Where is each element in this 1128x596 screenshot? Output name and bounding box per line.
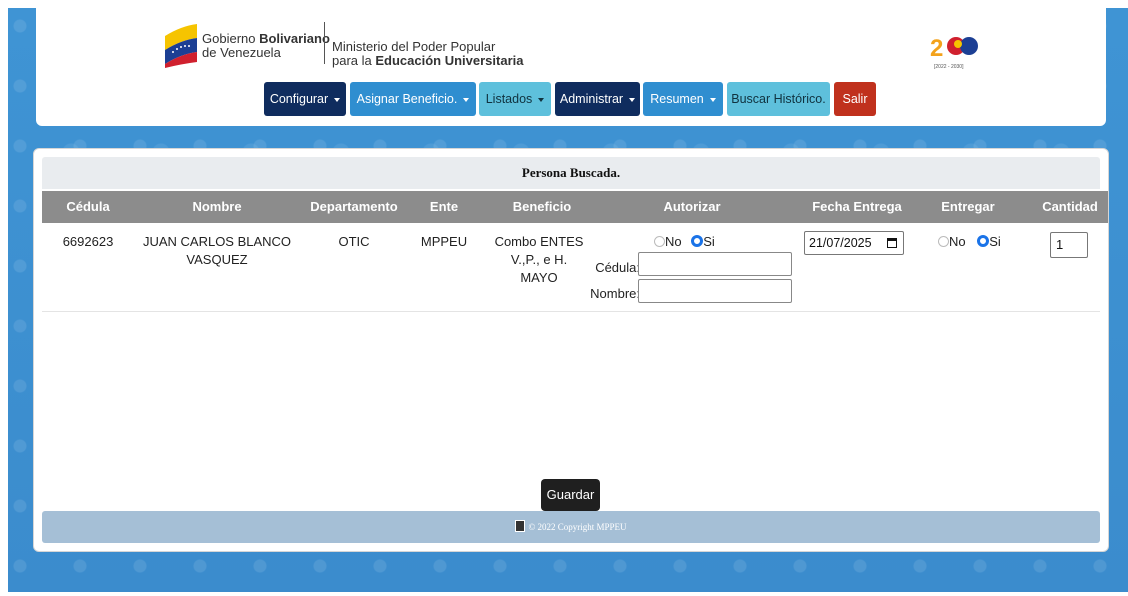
- radio-label-no: No: [949, 234, 966, 249]
- radio-label-si: Si: [703, 234, 715, 249]
- header-departamento: Departamento: [310, 199, 398, 214]
- venezuela-flag-logo: [165, 24, 197, 68]
- nav-buscar-historico-button[interactable]: Buscar Histórico.: [727, 82, 830, 116]
- header-cedula: Cédula: [66, 199, 110, 214]
- nav-listados-dropdown[interactable]: Listados: [479, 82, 551, 116]
- radio-label-si: Si: [989, 234, 1001, 249]
- main-navigation: Configurar Asignar Beneficio. Listados A…: [36, 82, 1106, 118]
- radio-label-no: No: [665, 234, 682, 249]
- nav-administrar-dropdown[interactable]: Administrar: [555, 82, 640, 116]
- cedula-input[interactable]: [638, 252, 792, 276]
- nav-salir-button[interactable]: Salir: [834, 82, 876, 116]
- nombre-line: JUAN CARLOS BLANCO: [142, 234, 292, 249]
- caret-down-icon: [709, 97, 716, 102]
- nombre-input[interactable]: [638, 279, 792, 303]
- nombre-label: Nombre:: [590, 286, 640, 301]
- cell-beneficio: Combo ENTES V.,P., e H. MAYO: [489, 233, 589, 287]
- fecha-entrega-value: 21/07/2025: [809, 236, 872, 250]
- header-ente: Ente: [429, 199, 459, 214]
- table-header-row: Cédula Nombre Departamento Ente Benefici…: [42, 191, 1108, 223]
- calendar-icon[interactable]: [887, 238, 897, 248]
- caret-down-icon: [334, 97, 341, 102]
- caret-down-icon: [538, 97, 545, 102]
- header-cantidad: Cantidad: [1042, 199, 1098, 214]
- copyright-text: © 2022 Copyright MPPEU: [528, 522, 627, 532]
- bicentennial-emblem: 2 [2022 - 2030]: [930, 35, 978, 70]
- header-nombre: Nombre: [192, 199, 242, 214]
- footer: © 2022 Copyright MPPEU: [42, 511, 1100, 543]
- row-divider: [42, 311, 1100, 312]
- header-fecha-entrega: Fecha Entrega: [812, 199, 902, 214]
- save-button[interactable]: Guardar: [541, 479, 600, 511]
- beneficio-line: Combo ENTES: [494, 234, 584, 249]
- svg-text:2: 2: [930, 35, 943, 62]
- cell-ente: MPPEU: [420, 234, 468, 249]
- entregar-si-radio[interactable]: [977, 235, 990, 247]
- entregar-radio-group: No Si: [938, 233, 1008, 251]
- nav-label: Buscar Histórico.: [731, 92, 826, 106]
- cantidad-input[interactable]: 1: [1050, 232, 1088, 258]
- nav-label: Administrar: [559, 92, 624, 106]
- autorizar-no-radio[interactable]: [654, 236, 665, 247]
- nav-resumen-dropdown[interactable]: Resumen: [643, 82, 723, 116]
- beneficio-line: V.,P., e H.: [510, 252, 568, 267]
- nav-label: Resumen: [650, 92, 704, 106]
- beneficio-line: MAYO: [520, 270, 558, 285]
- government-name: Gobierno Bolivariano de Venezuela: [202, 31, 330, 60]
- header-beneficio: Beneficio: [512, 199, 572, 214]
- nav-label: Salir: [842, 92, 868, 106]
- cell-nombre: JUAN CARLOS BLANCO VASQUEZ: [142, 233, 292, 269]
- header-entregar: Entregar: [941, 199, 995, 214]
- nav-configurar-dropdown[interactable]: Configurar: [264, 82, 346, 116]
- ministry-name: Ministerio del Poder Popular para la Edu…: [332, 39, 524, 68]
- caret-down-icon: [463, 97, 470, 102]
- header-divider: [324, 22, 325, 64]
- caret-down-icon: [629, 97, 636, 102]
- autorizar-radio-group: No Si: [654, 233, 724, 251]
- nav-label: Listados: [485, 92, 533, 106]
- cedula-label: Cédula:: [595, 260, 640, 275]
- cell-cedula: 6692623: [62, 234, 114, 249]
- nav-asignar-beneficio-dropdown[interactable]: Asignar Beneficio.: [350, 82, 476, 116]
- fecha-entrega-date-input[interactable]: 21/07/2025: [804, 231, 904, 255]
- header-autorizar: Autorizar: [663, 199, 721, 214]
- search-result-card: Persona Buscada. Cédula Nombre Departame…: [33, 148, 1109, 552]
- autorizar-si-radio[interactable]: [691, 235, 704, 247]
- nombre-line: VASQUEZ: [186, 252, 248, 267]
- entregar-no-radio[interactable]: [938, 236, 949, 247]
- cell-departamento: OTIC: [338, 234, 370, 249]
- svg-text:[2022 - 2030]: [2022 - 2030]: [934, 64, 964, 70]
- header: Gobierno Bolivariano de Venezuela Minist…: [36, 8, 1106, 126]
- nav-label: Configurar: [269, 92, 329, 106]
- table-title: Persona Buscada.: [42, 157, 1100, 189]
- nav-label: Asignar Beneficio.: [356, 92, 458, 106]
- document-icon: [515, 520, 526, 532]
